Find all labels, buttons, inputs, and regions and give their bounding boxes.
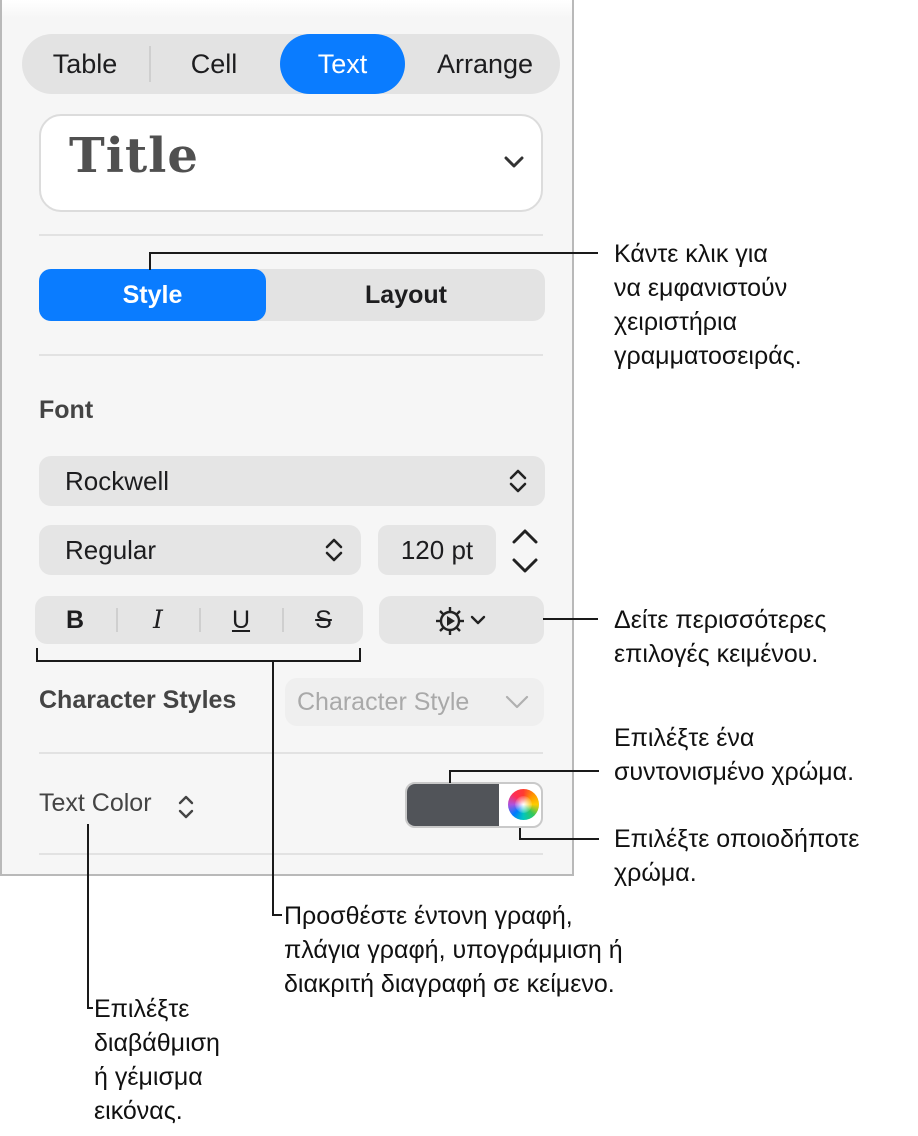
font-size-stepper[interactable] [508, 524, 542, 578]
gear-icon [436, 607, 464, 635]
typeface-value: Regular [65, 535, 157, 565]
chevron-down-icon [505, 695, 529, 709]
callout-preset-color: Επιλέξτε ένα συντονισμένο χρώμα. [614, 724, 855, 786]
divider [39, 853, 543, 855]
italic-button[interactable]: I [118, 596, 198, 644]
text-format-buttons: B I U S [35, 596, 363, 644]
callout-leader [449, 770, 599, 772]
callout-leader [149, 252, 151, 270]
paragraph-style-name: Title [69, 128, 199, 184]
underline-button[interactable]: U [201, 596, 281, 644]
style-layout-segmented-control: Style Layout [39, 269, 545, 321]
callout-more-options: Δείτε περισσότερες επιλογές κειμένου. [614, 606, 827, 668]
strikethrough-button[interactable]: S [284, 596, 363, 644]
divider [39, 752, 543, 754]
tab-table[interactable]: Table [22, 34, 148, 94]
callout-leader [149, 252, 598, 254]
paragraph-style-popup[interactable]: Title [39, 114, 543, 212]
tab-cell[interactable]: Cell [152, 34, 276, 94]
format-inspector-panel: Table Cell Text Arrange Title Style Layo… [0, 0, 574, 876]
color-wheel-icon[interactable] [508, 789, 539, 820]
callout-leader [519, 838, 599, 840]
up-down-chevron-icon [509, 469, 527, 493]
callout-style-tab: Κάντε κλικ για να εμφανιστούν χειριστήρι… [614, 240, 802, 370]
chevron-down-icon [470, 615, 486, 625]
character-style-placeholder: Character Style [297, 688, 470, 716]
preset-color-swatch[interactable] [407, 784, 499, 826]
callout-fill: Επιλέξτε διαβάθμιση ή γέμισμα εικόνας. [94, 995, 220, 1125]
more-text-options-button[interactable] [379, 596, 544, 644]
character-styles-label: Character Styles [39, 686, 237, 714]
divider [39, 354, 543, 356]
font-family-popup[interactable]: Rockwell [39, 456, 545, 506]
callout-leader [543, 618, 598, 620]
font-size-field[interactable]: 120 pt [378, 525, 496, 575]
text-color-label: Text Color [39, 789, 152, 817]
layout-segment-button[interactable]: Layout [279, 269, 533, 321]
callout-leader [87, 1007, 93, 1009]
callout-bracket [36, 660, 361, 662]
character-style-popup[interactable]: Character Style [285, 678, 544, 726]
bold-button[interactable]: B [35, 596, 115, 644]
color-well [405, 782, 543, 828]
inspector-tab-bar: Table Cell Text Arrange [22, 34, 560, 94]
text-color-popup[interactable]: Text Color [39, 789, 152, 818]
up-down-chevron-icon [325, 538, 343, 562]
panel-top-fade [2, 0, 572, 18]
tab-text[interactable]: Text [280, 34, 405, 94]
divider [39, 234, 543, 236]
font-section-label: Font [39, 396, 94, 424]
callout-leader [272, 914, 282, 916]
typeface-popup[interactable]: Regular [39, 525, 361, 575]
up-down-chevron-icon [178, 795, 194, 819]
chevron-down-icon [504, 156, 524, 168]
callout-format: Προσθέστε έντονη γραφή, πλάγια γραφή, υπ… [284, 902, 623, 998]
callout-leader [87, 824, 89, 1009]
tab-arrange[interactable]: Arrange [410, 34, 560, 94]
tab-separator [149, 46, 151, 82]
callout-any-color: Επιλέξτε οποιοδήποτε χρώμα. [614, 825, 860, 887]
font-family-value: Rockwell [65, 466, 170, 496]
style-segment-button[interactable]: Style [39, 269, 266, 321]
callout-leader [272, 660, 274, 916]
